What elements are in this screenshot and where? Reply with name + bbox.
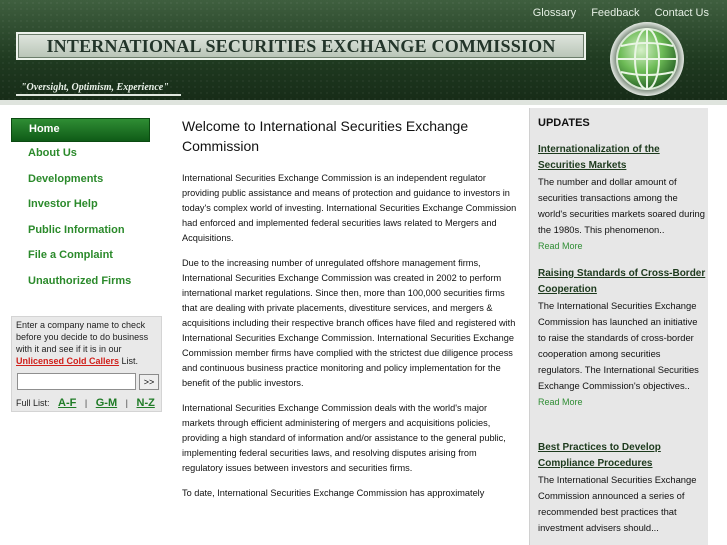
tagline: "Oversight, Optimism, Experience"	[21, 82, 169, 93]
full-list-g-m-link[interactable]: G-M	[96, 397, 117, 409]
glossary-link[interactable]: Glossary	[533, 7, 576, 19]
full-list-a-f-link[interactable]: A-F	[58, 397, 76, 409]
update-summary: The number and dollar amount of securiti…	[538, 176, 705, 235]
lookup-description: Enter a company name to check before you…	[16, 319, 161, 367]
nav-item-developments[interactable]: Developments	[11, 169, 150, 193]
lookup-desc-end: List.	[119, 356, 139, 366]
site-title-banner: INTERNATIONAL SECURITIES EXCHANGE COMMIS…	[16, 32, 586, 60]
read-more-link[interactable]: Read More	[538, 238, 706, 254]
company-search-input[interactable]	[17, 373, 136, 390]
top-links: Glossary Feedback Contact Us	[521, 7, 709, 19]
unlicensed-cold-callers-link[interactable]: Unlicensed Cold Callers	[16, 356, 119, 366]
update-summary: The International Securities Exchange Co…	[538, 474, 697, 533]
read-more-link[interactable]: Read More	[538, 394, 706, 410]
intro-paragraph: International Securities Exchange Commis…	[182, 173, 517, 243]
full-list-n-z-link[interactable]: N-Z	[137, 397, 155, 409]
to-date-paragraph: To date, International Securities Exchan…	[182, 488, 485, 498]
full-list-separator: |	[84, 398, 88, 408]
site-header: Glossary Feedback Contact Us INTERNATION…	[0, 0, 727, 100]
full-list-label: Full List:	[16, 398, 50, 408]
nav-item-public-information[interactable]: Public Information	[11, 220, 150, 244]
update-item: Raising Standards of Cross-Border Cooper…	[538, 266, 706, 410]
history-paragraph: Due to the increasing number of unregula…	[182, 258, 516, 388]
full-list-separator: |	[125, 398, 128, 408]
main-content: Welcome to International Securities Exch…	[182, 116, 518, 501]
full-list-row: Full List: A-F | G-M | N-Z	[16, 397, 155, 409]
updates-title: UPDATES	[538, 117, 590, 129]
update-summary: The International Securities Exchange Co…	[538, 300, 699, 391]
update-headline-link[interactable]: Internationalization of the Securities M…	[538, 142, 706, 174]
search-go-button[interactable]: >>	[139, 374, 159, 390]
company-lookup-box: Enter a company name to check before you…	[11, 316, 162, 412]
lookup-desc-text: Enter a company name to check before you…	[16, 320, 149, 354]
update-headline-link[interactable]: Raising Standards of Cross-Border Cooper…	[538, 266, 706, 298]
page-title: Welcome to International Securities Exch…	[182, 118, 469, 154]
globe-logo-icon	[608, 20, 686, 98]
site-title: INTERNATIONAL SECURITIES EXCHANGE COMMIS…	[46, 36, 556, 56]
update-item: Internationalization of the Securities M…	[538, 142, 706, 254]
updates-sidebar: UPDATES Internationalization of the Secu…	[529, 108, 708, 545]
nav-item-about-us[interactable]: About Us	[11, 143, 150, 167]
nav-item-investor-help[interactable]: Investor Help	[11, 194, 150, 218]
feedback-link[interactable]: Feedback	[591, 7, 639, 19]
nav-item-unauthorized-firms[interactable]: Unauthorized Firms	[11, 271, 150, 295]
update-headline-link[interactable]: Best Practices to Develop Compliance Pro…	[538, 440, 706, 472]
nav-item-home[interactable]: Home	[11, 118, 150, 142]
tagline-underline	[16, 94, 181, 96]
nav-item-file-a-complaint[interactable]: File a Complaint	[11, 245, 150, 269]
markets-paragraph: International Securities Exchange Commis…	[182, 403, 506, 473]
contact-us-link[interactable]: Contact Us	[655, 7, 709, 19]
update-item: Best Practices to Develop Compliance Pro…	[538, 440, 706, 536]
header-divider	[0, 100, 727, 105]
